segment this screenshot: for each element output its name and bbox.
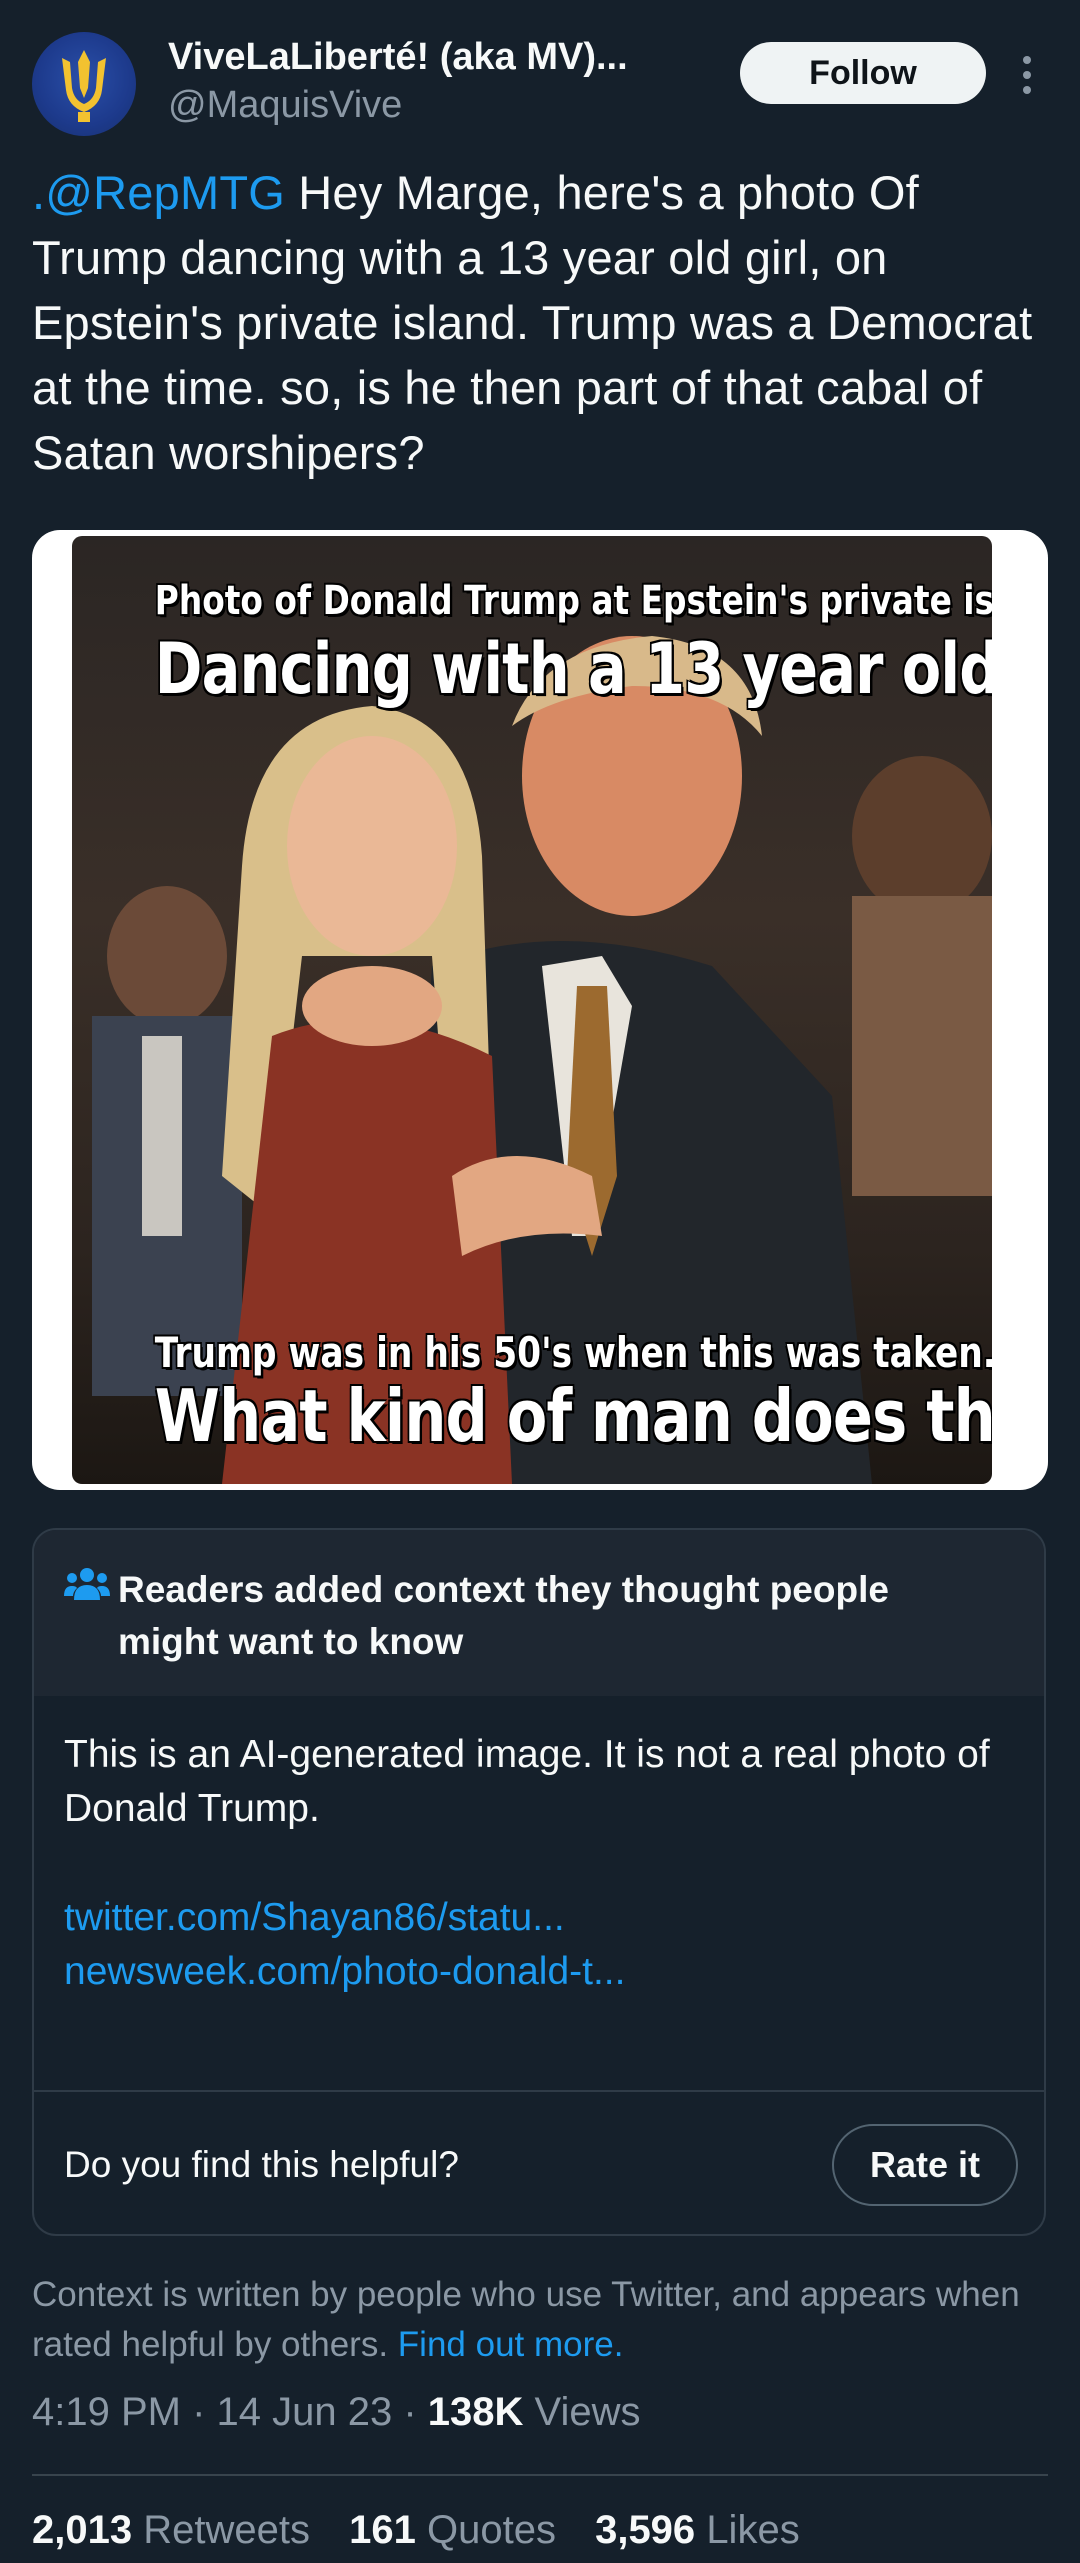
avatar[interactable] [32, 32, 136, 136]
community-note-title: Readers added context they thought peopl… [118, 1569, 889, 1662]
divider [32, 2474, 1048, 2476]
community-note-header: Readers added context they thought peopl… [34, 1530, 1044, 1696]
community-note-body: This is an AI-generated image. It is not… [64, 1733, 990, 1830]
meme-caption-bottom: Trump was in his 50's when this was take… [154, 1328, 992, 1377]
retweets-label[interactable]: Retweets [143, 2508, 310, 2552]
likes-label[interactable]: Likes [706, 2508, 799, 2552]
likes-count[interactable]: 3,596 [595, 2508, 695, 2552]
note-source-link-twitter[interactable]: twitter.com/Shayan86/statu... [64, 1896, 565, 1940]
meme-photo: Photo of Donald Trump at Epstein's priva… [72, 536, 992, 1484]
tweet-media[interactable]: Photo of Donald Trump at Epstein's priva… [32, 530, 1048, 1490]
rate-it-button[interactable]: Rate it [832, 2124, 1018, 2206]
tweet-text: .@RepMTG Hey Marge, here's a photo Of Tr… [32, 160, 1042, 485]
follow-button[interactable]: Follow [740, 42, 986, 104]
note-source-link-newsweek[interactable]: newsweek.com/photo-donald-t... [64, 1950, 625, 1994]
more-options-icon[interactable] [1012, 52, 1042, 98]
quotes-count[interactable]: 161 [349, 2508, 416, 2552]
meme-caption-question: What kind of man does that? [154, 1374, 992, 1458]
helpful-question: Do you find this helpful? [64, 2144, 459, 2185]
retweets-count[interactable]: 2,013 [32, 2508, 132, 2552]
separator-dot: · [403, 2390, 428, 2434]
quotes-label[interactable]: Quotes [427, 2508, 556, 2552]
tweet-time[interactable]: 4:19 PM [32, 2390, 181, 2434]
tweet-meta: 4:19 PM · 14 Jun 23 · 138K Views [32, 2390, 641, 2435]
mention-link[interactable]: .@RepMTG [32, 166, 285, 219]
community-note: Readers added context they thought peopl… [32, 1528, 1046, 2236]
author-display-name[interactable]: ViveLaLiberté! (aka MV)... [168, 36, 728, 79]
tweet-date[interactable]: 14 Jun 23 [217, 2390, 393, 2434]
people-icon [64, 1568, 110, 1600]
views-count: 138K [427, 2390, 524, 2434]
engagement-stats: 2,013 Retweets 161 Quotes 3,596 Likes [32, 2508, 828, 2553]
separator-dot: · [192, 2390, 217, 2434]
divider [34, 2090, 1044, 2092]
context-info: Context is written by people who use Twi… [32, 2270, 1032, 2370]
author-handle[interactable]: @MaquisVive [168, 84, 402, 127]
meme-caption-headline: Dancing with a 13 year old girl. [154, 628, 992, 710]
tweet-header: ViveLaLiberté! (aka MV)... @MaquisVive F… [32, 32, 1048, 136]
views-label: Views [534, 2390, 641, 2434]
find-out-more-link[interactable]: Find out more. [398, 2325, 624, 2364]
meme-caption-top: Photo of Donald Trump at Epstein's priva… [154, 578, 992, 624]
ukraine-trident-icon [62, 50, 106, 122]
